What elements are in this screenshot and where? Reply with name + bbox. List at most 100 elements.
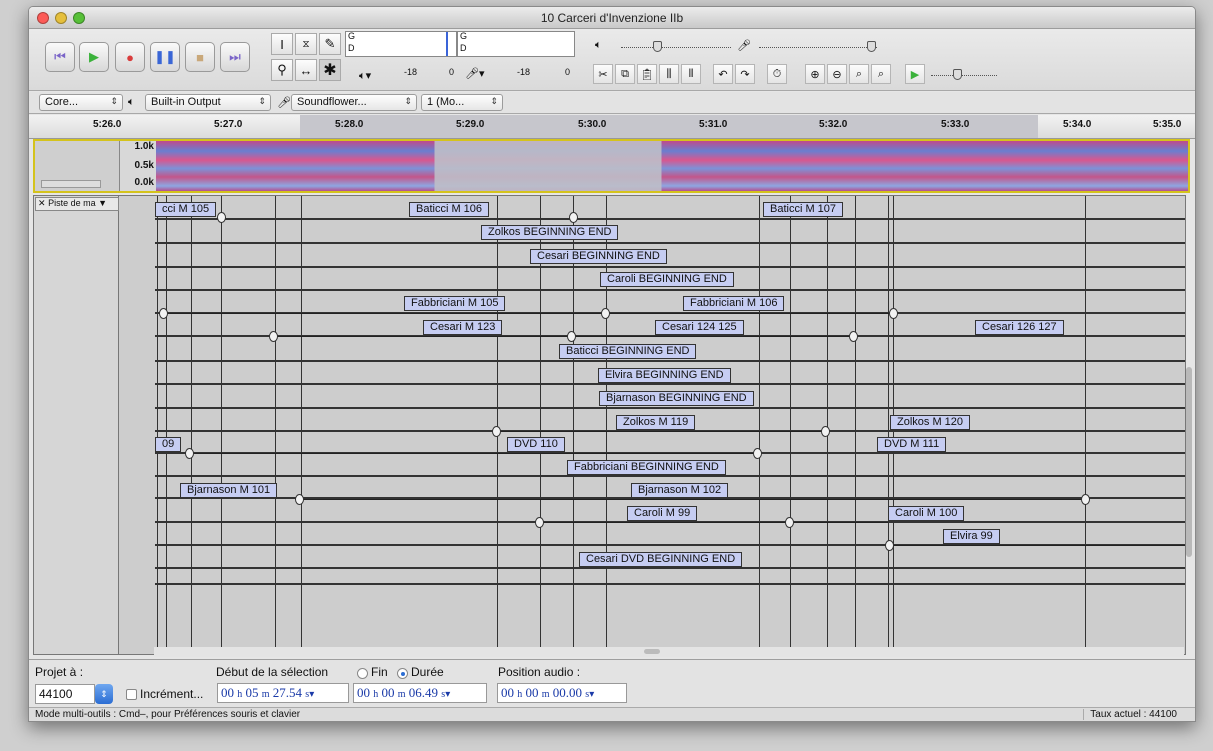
play-speed-knob[interactable] <box>953 69 962 80</box>
output-device-select[interactable]: Built-in Output ⇕ <box>145 94 271 111</box>
record-button[interactable]: ● <box>115 42 145 72</box>
spectrogram-track[interactable]: 1.0k 0.5k 0.0k <box>33 139 1190 193</box>
format-menu-icon[interactable]: ▾ <box>445 689 450 700</box>
label-handle[interactable] <box>849 331 858 342</box>
label-handle[interactable] <box>785 517 794 528</box>
zoom-tool[interactable]: ⚲ <box>271 59 293 81</box>
selection-tool[interactable]: I <box>271 33 293 55</box>
format-menu-icon[interactable]: ▾ <box>309 689 314 700</box>
paste-button[interactable]: 📋︎ <box>637 64 657 84</box>
label-handle[interactable] <box>753 448 762 459</box>
audio-track-controls[interactable] <box>35 141 120 191</box>
fit-project-button[interactable]: ⌕ <box>871 64 891 84</box>
redo-button[interactable]: ↷ <box>735 64 755 84</box>
envelope-tool[interactable]: ⧖ <box>295 33 317 55</box>
label-box[interactable]: cci M 105 <box>155 202 217 217</box>
project-rate-input[interactable]: 44100 <box>35 684 95 704</box>
recording-volume-knob[interactable] <box>867 41 876 52</box>
label-box[interactable]: Baticci BEGINNING END <box>559 344 697 359</box>
zoom-in-button[interactable]: ⊕ <box>805 64 825 84</box>
label-box[interactable]: Cesari BEGINNING END <box>530 249 667 264</box>
label-box[interactable]: Baticci M 107 <box>763 202 844 217</box>
label-box[interactable]: 09 <box>155 437 182 452</box>
cut-button[interactable]: ✂ <box>593 64 613 84</box>
draw-tool[interactable]: ✎ <box>319 33 341 55</box>
label-handle[interactable] <box>492 426 501 437</box>
input-device-select[interactable]: Soundflower... ⇕ <box>291 94 417 111</box>
label-box[interactable]: Zolkos M 119 <box>616 415 696 430</box>
label-box[interactable]: Cesari 124 125 <box>655 320 744 335</box>
record-meter[interactable]: G D <box>457 31 575 57</box>
label-handle[interactable] <box>885 540 894 551</box>
skip-to-end-button[interactable]: ⏭ <box>220 42 250 72</box>
label-handle[interactable] <box>821 426 830 437</box>
multi-tool[interactable]: ✱ <box>319 59 341 81</box>
format-menu-icon[interactable]: ▾ <box>589 689 594 700</box>
length-radio[interactable] <box>397 668 408 679</box>
skip-to-start-button[interactable]: ⏮ <box>45 42 75 72</box>
vertical-scroll-thumb[interactable] <box>1186 367 1192 557</box>
label-handle[interactable] <box>217 212 226 223</box>
audio-position-time[interactable]: 00 h 00 m 00.00 s▾ <box>497 683 627 703</box>
label-handle[interactable] <box>269 331 278 342</box>
label-lanes[interactable]: cci M 105 Baticci M 106 Baticci M 107 Zo… <box>155 196 1185 654</box>
snap-to-checkbox[interactable] <box>126 689 137 700</box>
label-box[interactable]: Caroli M 100 <box>888 506 965 521</box>
label-handle[interactable] <box>567 331 576 342</box>
label-track-controls[interactable]: ✕ Piste de ma ▼ <box>34 196 119 654</box>
selection-length-time[interactable]: 00 h 00 m 06.49 s▾ <box>353 683 487 703</box>
playback-volume-knob[interactable] <box>653 41 662 52</box>
label-handle[interactable] <box>535 517 544 528</box>
recording-volume-slider[interactable] <box>759 47 877 48</box>
label-box[interactable]: Fabbriciani M 105 <box>404 296 506 311</box>
project-rate-stepper[interactable]: ⇕ <box>95 684 113 704</box>
label-handle[interactable] <box>159 308 168 319</box>
label-box[interactable]: Cesari DVD BEGINNING END <box>579 552 743 567</box>
copy-button[interactable]: ⧉ <box>615 64 635 84</box>
sync-lock-button[interactable]: ⏱ <box>767 64 787 84</box>
label-track-menu[interactable]: ✕ Piste de ma ▼ <box>35 197 119 211</box>
horizontal-scroll-thumb[interactable] <box>644 649 660 654</box>
label-handle[interactable] <box>601 308 610 319</box>
label-box[interactable]: Caroli BEGINNING END <box>600 272 734 287</box>
selection-start-time[interactable]: 00 h 05 m 27.54 s▾ <box>217 683 349 703</box>
fit-selection-button[interactable]: ⌕ <box>849 64 869 84</box>
timeline-ruler[interactable]: 5:26.0 5:27.0 5:28.0 5:29.0 5:30.0 5:31.… <box>29 115 1195 139</box>
label-box[interactable]: Fabbriciani M 106 <box>683 296 785 311</box>
label-handle[interactable] <box>569 212 578 223</box>
label-box[interactable]: Zolkos BEGINNING END <box>481 225 619 240</box>
pause-button[interactable]: ❚❚ <box>150 42 180 72</box>
label-box[interactable]: Cesari 126 127 <box>975 320 1064 335</box>
label-box[interactable]: Elvira BEGINNING END <box>598 368 731 383</box>
play-speed-slider[interactable] <box>931 75 997 76</box>
undo-button[interactable]: ↶ <box>713 64 733 84</box>
trim-button[interactable]: ⫼ <box>659 64 679 84</box>
label-box[interactable]: DVD 110 <box>507 437 565 452</box>
timeshift-tool[interactable]: ↔ <box>295 59 317 81</box>
label-box[interactable]: Cesari M 123 <box>423 320 503 335</box>
label-box[interactable]: Bjarnason M 102 <box>631 483 729 498</box>
label-handle[interactable] <box>295 494 304 505</box>
playback-meter[interactable]: G D <box>345 31 457 57</box>
silence-button[interactable]: ⫴ <box>681 64 701 84</box>
label-handle[interactable] <box>889 308 898 319</box>
play-at-speed-button[interactable]: ▶ <box>905 64 925 84</box>
audio-host-select[interactable]: Core... ⇕ <box>39 94 123 111</box>
spectrogram-image[interactable] <box>156 141 1188 191</box>
playback-volume-slider[interactable] <box>621 47 731 48</box>
label-box[interactable]: Elvira 99 <box>943 529 1000 544</box>
label-box[interactable]: DVD M 111 <box>877 437 947 452</box>
horizontal-scrollbar[interactable] <box>154 647 1184 657</box>
end-radio[interactable] <box>357 668 368 679</box>
label-box[interactable]: Bjarnason BEGINNING END <box>599 391 754 406</box>
play-button[interactable]: ▶ <box>79 42 109 72</box>
label-track[interactable]: ✕ Piste de ma ▼ cci M 105 Baticci M 106 … <box>33 195 1186 655</box>
label-box[interactable]: Caroli M 99 <box>627 506 698 521</box>
label-handle[interactable] <box>185 448 194 459</box>
label-handle[interactable] <box>1081 494 1090 505</box>
input-channels-select[interactable]: 1 (Mo... ⇕ <box>421 94 503 111</box>
label-box[interactable]: Fabbriciani BEGINNING END <box>567 460 726 475</box>
stop-button[interactable]: ■ <box>185 42 215 72</box>
label-box[interactable]: Zolkos M 120 <box>890 415 971 430</box>
track-collapse-button[interactable] <box>41 180 101 188</box>
